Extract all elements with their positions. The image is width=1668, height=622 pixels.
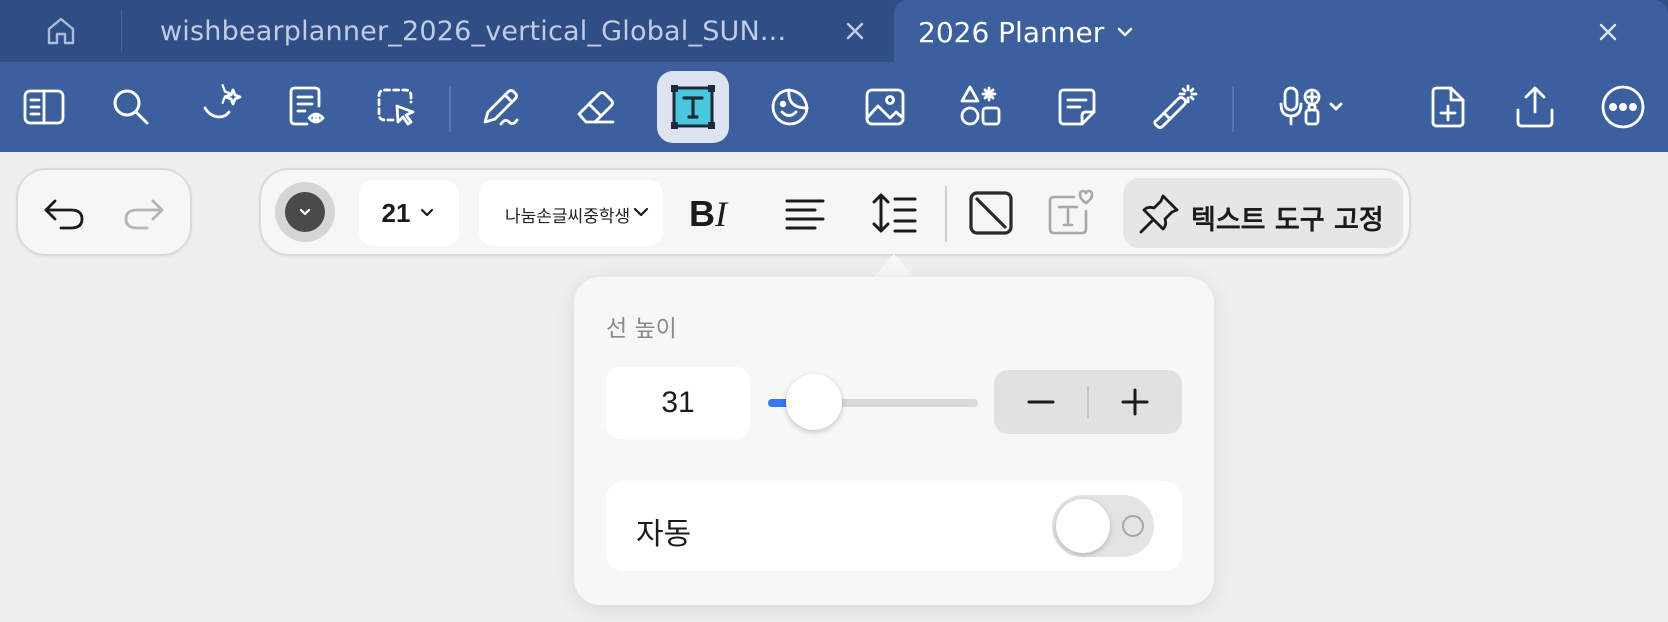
undo-button[interactable] — [38, 188, 90, 238]
add-page-button[interactable] — [1413, 74, 1483, 140]
chevron-down-icon — [299, 208, 311, 216]
tab-document[interactable]: wishbearplanner_2026_vertical_Global_SUN… — [122, 0, 892, 62]
share-icon — [1516, 86, 1554, 128]
sidebar-toggle-button[interactable] — [9, 74, 79, 140]
toolbar-divider — [449, 86, 451, 132]
pin-text-tool-label: 텍스트 도구 고정 — [1191, 205, 1384, 236]
svg-text:I: I — [714, 194, 729, 233]
redo-icon — [124, 199, 164, 230]
tab-bar: wishbearplanner_2026_vertical_Global_SUN… — [0, 0, 1668, 64]
text-background-button[interactable] — [961, 184, 1021, 242]
popover-arrow — [873, 254, 915, 278]
toggle-off-indicator — [1122, 515, 1144, 537]
bold-italic-button[interactable]: B I — [685, 184, 745, 242]
close-icon[interactable] — [844, 20, 866, 42]
text-align-button[interactable] — [775, 184, 835, 242]
font-family-value: 나눔손글씨중학생 — [505, 207, 631, 227]
toolbar-divider — [1232, 86, 1234, 132]
line-height-stepper — [994, 370, 1182, 434]
line-height-title: 선 높이 — [606, 316, 677, 342]
chevron-down-icon — [633, 207, 649, 217]
auto-line-height-row: 자동 — [606, 481, 1182, 571]
font-size-dropdown[interactable]: 21 — [359, 180, 459, 246]
line-height-value-field[interactable]: 31 — [606, 367, 750, 439]
chevron-down-icon[interactable] — [1114, 22, 1136, 42]
read-mode-button[interactable] — [273, 74, 343, 140]
chevron-down-icon — [421, 208, 434, 217]
main-toolbar — [0, 62, 1668, 152]
decrement-button[interactable] — [994, 370, 1088, 434]
laser-pointer-button[interactable] — [1138, 74, 1208, 140]
increment-button[interactable] — [1088, 370, 1182, 434]
text-format-toolbar: 21 나눔손글씨중학생 B I 텍스트 도구 고정 — [259, 168, 1411, 256]
sticky-note-icon — [1058, 88, 1096, 126]
text-style-favorite-button[interactable] — [1041, 184, 1101, 242]
redo-button[interactable] — [118, 188, 170, 238]
sidebar-toggle-icon — [23, 89, 65, 125]
tab-active-title: 2026 Planner — [918, 16, 1105, 49]
auto-label: 자동 — [636, 517, 692, 552]
read-mode-icon — [289, 86, 325, 126]
lasso-select-icon — [377, 88, 415, 126]
image-button[interactable] — [850, 74, 920, 140]
text-color-button[interactable] — [275, 182, 335, 242]
font-size-value: 21 — [381, 197, 411, 228]
more-button[interactable] — [1588, 74, 1658, 140]
voice-recording-button[interactable] — [1262, 74, 1362, 140]
slider-thumb[interactable] — [786, 374, 843, 430]
pen-icon — [483, 89, 519, 126]
line-height-slider[interactable] — [768, 373, 978, 433]
close-icon[interactable] — [1596, 20, 1620, 44]
shapes-icon — [960, 85, 1001, 126]
voice-recording-icon — [1279, 86, 1343, 126]
svg-text:B: B — [689, 193, 715, 233]
home-tab[interactable] — [0, 0, 122, 62]
undo-icon — [44, 199, 84, 230]
add-page-icon — [1431, 86, 1465, 128]
format-divider — [945, 186, 947, 242]
align-left-icon — [785, 199, 825, 230]
sticky-note-button[interactable] — [1042, 74, 1112, 140]
line-height-button[interactable] — [865, 184, 925, 242]
line-height-popover: 선 높이 31 자동 — [574, 277, 1214, 605]
eraser-icon — [577, 91, 615, 124]
ai-assistant-button[interactable] — [187, 74, 257, 140]
shapes-button[interactable] — [945, 74, 1015, 140]
eraser-button[interactable] — [561, 74, 631, 140]
line-height-icon — [872, 193, 917, 233]
sticker-icon — [771, 88, 809, 126]
tab-2026-planner[interactable]: 2026 Planner — [894, 0, 1668, 64]
plus-icon — [1121, 388, 1149, 416]
search-icon — [113, 89, 149, 125]
ai-sparkle-icon — [203, 84, 242, 119]
text-tool-button[interactable] — [657, 71, 729, 143]
text-color-swatch — [285, 192, 325, 232]
bold-italic-icon: B I — [689, 193, 729, 233]
pen-button[interactable] — [465, 74, 535, 140]
sticker-button[interactable] — [755, 74, 825, 140]
toggle-knob — [1056, 499, 1110, 553]
font-family-dropdown[interactable]: 나눔손글씨중학생 — [479, 180, 663, 246]
text-background-none-icon — [969, 191, 1013, 235]
minus-icon — [1027, 400, 1055, 404]
pin-text-tool-button[interactable]: 텍스트 도구 고정 — [1123, 178, 1403, 248]
share-button[interactable] — [1500, 74, 1570, 140]
laser-pointer-icon — [1153, 84, 1198, 129]
undo-redo-group — [16, 168, 192, 256]
tab-document-title: wishbearplanner_2026_vertical_Global_SUN… — [160, 16, 787, 47]
image-icon — [865, 88, 905, 126]
text-favorite-style-icon — [1048, 189, 1094, 235]
lasso-select-button[interactable] — [361, 74, 431, 140]
more-icon — [1601, 85, 1645, 129]
pin-icon — [1139, 194, 1179, 234]
search-button[interactable] — [96, 74, 166, 140]
text-tool-icon — [671, 85, 715, 129]
auto-toggle[interactable] — [1052, 495, 1154, 557]
house-icon — [47, 17, 75, 45]
